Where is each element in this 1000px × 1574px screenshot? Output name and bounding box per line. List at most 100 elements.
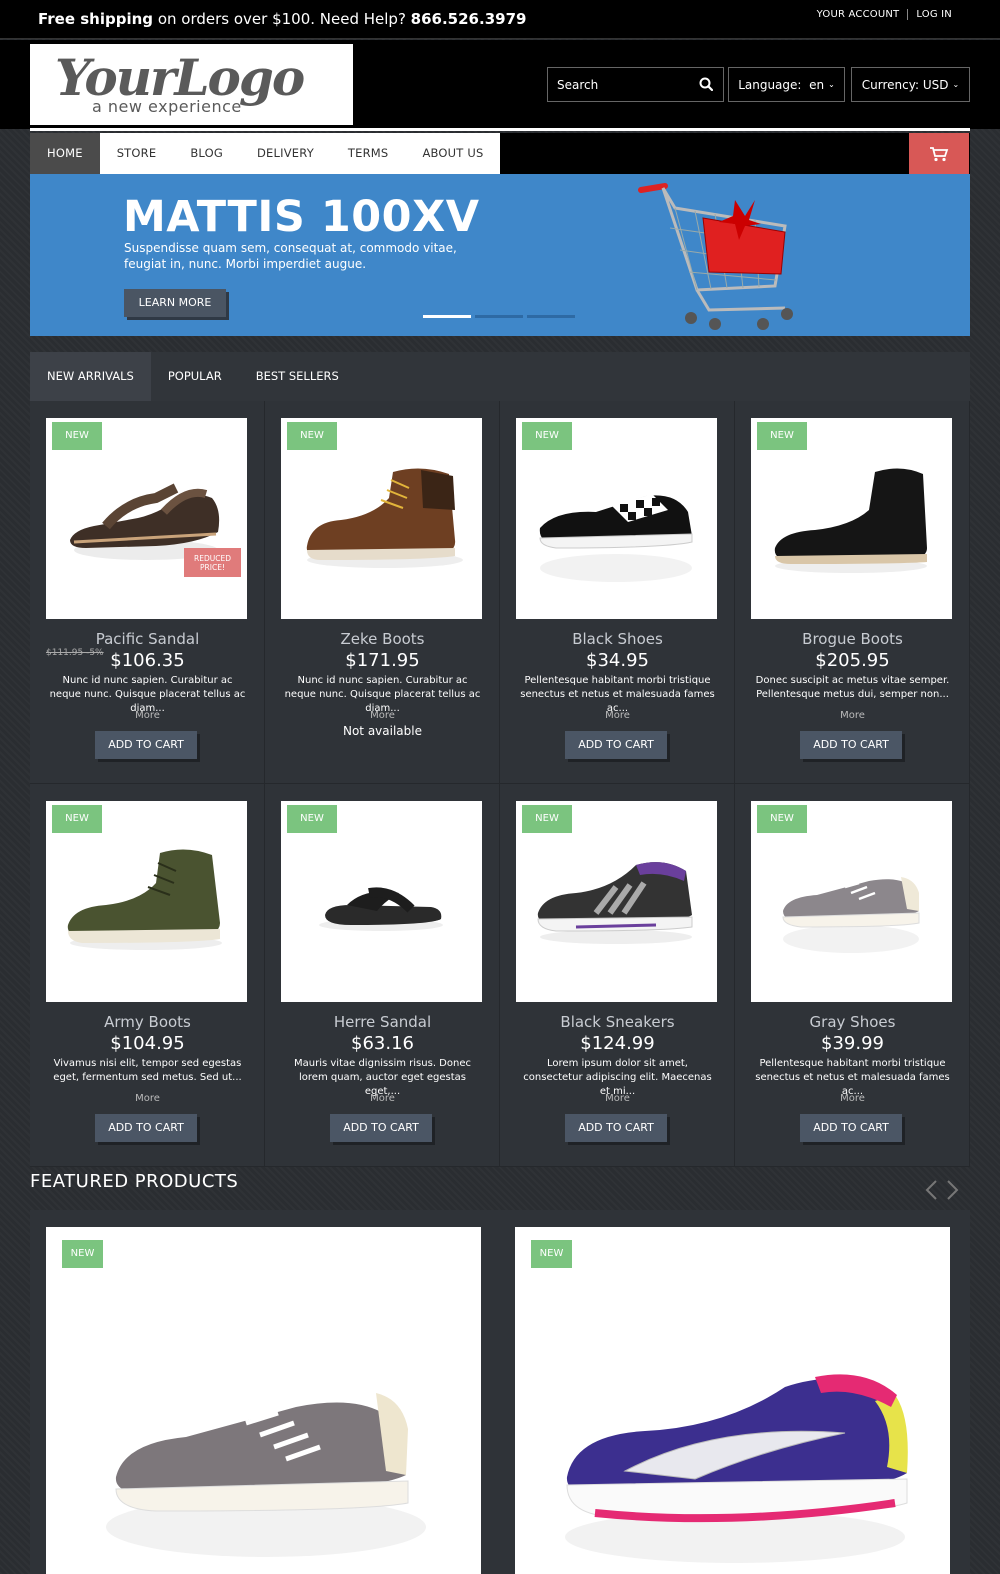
product-price: $171.95 bbox=[345, 650, 420, 671]
add-to-cart-button[interactable]: ADD TO CART bbox=[565, 731, 667, 759]
language-label: Language: bbox=[738, 77, 802, 92]
language-value: en bbox=[809, 77, 825, 92]
header: YourLogo a new experience Language: en⌄ … bbox=[0, 40, 1000, 129]
product-tabs: NEW ARRIVALS POPULAR BEST SELLERS bbox=[30, 352, 970, 401]
free-shipping-label: Free shipping bbox=[38, 10, 154, 28]
language-dropdown[interactable]: Language: en ⌄ bbox=[728, 67, 845, 102]
product-card: NEW Brogue Boots $205.95 Donec suscipit … bbox=[735, 401, 970, 784]
more-link[interactable]: More bbox=[30, 1093, 265, 1104]
product-image[interactable]: NEW bbox=[516, 801, 717, 1002]
slider-dot[interactable] bbox=[423, 315, 471, 318]
login-link[interactable]: LOG IN bbox=[916, 9, 952, 20]
nav-item-about-us[interactable]: ABOUT US bbox=[405, 133, 500, 174]
more-link[interactable]: More bbox=[265, 710, 500, 721]
more-link[interactable]: More bbox=[500, 710, 735, 721]
more-link[interactable]: More bbox=[735, 710, 970, 721]
account-links: YOUR ACCOUNT LOG IN bbox=[817, 9, 952, 20]
currency-label: Currency: bbox=[861, 77, 920, 92]
product-image[interactable]: NEW bbox=[751, 418, 952, 619]
product-name[interactable]: Zeke Boots bbox=[265, 630, 500, 648]
featured-product-card[interactable]: NEW bbox=[46, 1227, 481, 1574]
add-to-cart-button[interactable]: ADD TO CART bbox=[800, 731, 902, 759]
product-image[interactable]: NEW bbox=[281, 418, 482, 619]
product-image[interactable]: NEW bbox=[751, 801, 952, 1002]
product-name[interactable]: Pacific Sandal bbox=[30, 630, 265, 648]
new-badge: NEW bbox=[62, 1240, 103, 1268]
chevron-down-icon: ⌄ bbox=[952, 80, 960, 89]
product-name[interactable]: Gray Shoes bbox=[735, 1013, 970, 1031]
add-to-cart-button[interactable]: ADD TO CART bbox=[95, 731, 197, 759]
product-price: $39.99 bbox=[821, 1033, 884, 1054]
banner-title: MATTIS 100XV bbox=[123, 192, 480, 242]
phone-number[interactable]: 866.526.3979 bbox=[411, 10, 527, 28]
product-description: Donec suscipit ac metus vitae semper. Pe… bbox=[755, 675, 950, 700]
slider-dot[interactable] bbox=[475, 315, 523, 318]
logo[interactable]: YourLogo a new experience bbox=[30, 44, 353, 125]
product-name[interactable]: Black Shoes bbox=[500, 630, 735, 648]
featured-product-card[interactable]: NEW bbox=[515, 1227, 950, 1574]
product-image[interactable]: NEW bbox=[46, 801, 247, 1002]
top-bar: Free shipping on orders over $100. Need … bbox=[0, 0, 1000, 39]
tab-best-sellers[interactable]: BEST SELLERS bbox=[239, 352, 356, 401]
product-name[interactable]: Army Boots bbox=[30, 1013, 265, 1031]
currency-dropdown[interactable]: Currency: USD ⌄ bbox=[851, 67, 970, 102]
featured-arrows bbox=[922, 1179, 962, 1201]
currency-value: USD bbox=[922, 77, 949, 92]
cart-button[interactable] bbox=[909, 133, 969, 174]
more-link[interactable]: More bbox=[735, 1093, 970, 1104]
add-to-cart-button[interactable]: ADD TO CART bbox=[330, 1114, 432, 1142]
product-name[interactable]: Brogue Boots bbox=[735, 630, 970, 648]
more-link[interactable]: More bbox=[30, 710, 265, 721]
more-link[interactable]: More bbox=[265, 1093, 500, 1104]
new-badge: NEW bbox=[531, 1240, 572, 1268]
tab-popular[interactable]: POPULAR bbox=[151, 352, 239, 401]
product-card: NEW Gray Shoes $39.99 Pellentesque habit… bbox=[735, 784, 970, 1167]
nav-item-terms[interactable]: TERMS bbox=[331, 133, 406, 174]
product-card: NEW Black Shoes $34.95 Pellentesque habi… bbox=[500, 401, 735, 784]
product-image[interactable]: NEW REDUCED PRICE! bbox=[46, 418, 247, 619]
banner-text: Suspendisse quam sem, consequat at, comm… bbox=[124, 241, 457, 271]
product-card: NEW Herre Sandal $63.16 Mauris vitae dig… bbox=[265, 784, 500, 1167]
nav-item-home[interactable]: HOME bbox=[30, 133, 100, 174]
chevron-down-icon: ⌄ bbox=[828, 80, 835, 89]
tab-new-arrivals[interactable]: NEW ARRIVALS bbox=[30, 352, 151, 401]
new-badge: NEW bbox=[757, 422, 807, 450]
hero-banner: MATTIS 100XV Suspendisse quam sem, conse… bbox=[30, 174, 970, 336]
chevron-left-icon[interactable] bbox=[922, 1179, 942, 1201]
featured-products: NEW NEW bbox=[30, 1210, 970, 1574]
search-input[interactable] bbox=[548, 68, 693, 101]
search-icon[interactable] bbox=[699, 77, 713, 91]
shipping-text: on orders over $100. Need Help? bbox=[153, 10, 411, 28]
new-badge: NEW bbox=[522, 805, 572, 833]
product-price: $34.95 bbox=[586, 650, 649, 671]
product-card: NEW Black Sneakers $124.99 Lorem ipsum d… bbox=[500, 784, 735, 1167]
add-to-cart-button[interactable]: ADD TO CART bbox=[95, 1114, 197, 1142]
purple-running-shoe-icon bbox=[565, 1374, 908, 1563]
new-badge: NEW bbox=[287, 805, 337, 833]
new-badge: NEW bbox=[287, 422, 337, 450]
your-account-link[interactable]: YOUR ACCOUNT bbox=[817, 9, 900, 20]
new-badge: NEW bbox=[522, 422, 572, 450]
slider-dot[interactable] bbox=[527, 315, 575, 318]
product-name[interactable]: Herre Sandal bbox=[265, 1013, 500, 1031]
product-price: $106.35 bbox=[110, 650, 185, 671]
product-card: NEW REDUCED PRICE! Pacific Sandal $111.9… bbox=[30, 401, 265, 784]
shipping-notice: Free shipping on orders over $100. Need … bbox=[38, 10, 526, 28]
product-image[interactable]: NEW bbox=[516, 418, 717, 619]
learn-more-button[interactable]: LEARN MORE bbox=[124, 289, 226, 317]
nav-item-blog[interactable]: BLOG bbox=[173, 133, 240, 174]
reduced-price-badge: REDUCED PRICE! bbox=[184, 548, 241, 577]
add-to-cart-button[interactable]: ADD TO CART bbox=[565, 1114, 667, 1142]
product-name[interactable]: Black Sneakers bbox=[500, 1013, 735, 1031]
header-divider bbox=[30, 128, 970, 131]
product-price: $63.16 bbox=[351, 1033, 414, 1054]
nav-item-delivery[interactable]: DELIVERY bbox=[240, 133, 331, 174]
new-badge: NEW bbox=[52, 422, 102, 450]
nav-item-store[interactable]: STORE bbox=[100, 133, 174, 174]
chevron-right-icon[interactable] bbox=[942, 1179, 962, 1201]
cart-icon bbox=[930, 146, 949, 161]
product-image[interactable]: NEW bbox=[281, 801, 482, 1002]
featured-products-title: FEATURED PRODUCTS bbox=[30, 1171, 239, 1192]
add-to-cart-button[interactable]: ADD TO CART bbox=[800, 1114, 902, 1142]
more-link[interactable]: More bbox=[500, 1093, 735, 1104]
